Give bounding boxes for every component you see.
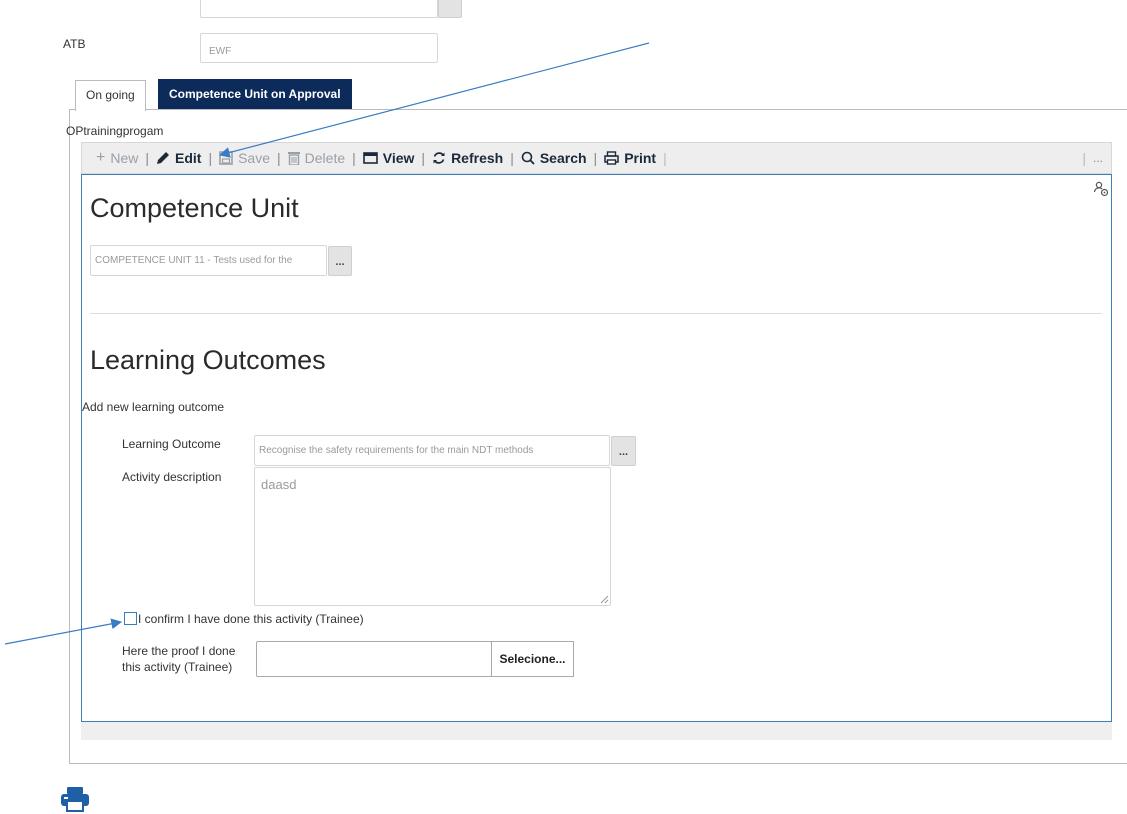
section-divider <box>90 313 1102 314</box>
activity-description-textarea[interactable]: daasd <box>254 467 611 606</box>
refresh-button[interactable]: Refresh <box>428 150 507 166</box>
learning-outcome-value: Recognise the safety requirements for th… <box>259 445 534 456</box>
confirm-label[interactable]: I confirm I have done this activity (Tra… <box>138 612 364 626</box>
more-button[interactable]: ... <box>1089 151 1111 165</box>
user-settings-icon[interactable] <box>1093 181 1109 197</box>
section-label: OPtrainingprogam <box>66 124 164 138</box>
toolbar-separator: | <box>352 150 356 166</box>
competence-unit-value: COMPETENCE UNIT 11 - Tests used for the <box>95 255 293 266</box>
delete-button[interactable]: Delete <box>284 150 349 166</box>
toolbar-separator: | <box>663 150 667 166</box>
top-partial-lookup-button[interactable] <box>438 0 462 18</box>
view-button[interactable]: View <box>359 150 419 166</box>
toolbar-separator: | <box>593 150 598 166</box>
form-panel: Competence Unit COMPETENCE UNIT 11 - Tes… <box>81 174 1112 722</box>
tab-on-going[interactable]: On going <box>75 80 146 111</box>
resize-handle-icon[interactable] <box>600 595 609 604</box>
toolbar-separator: | <box>510 150 514 166</box>
new-button[interactable]: + New <box>92 149 142 167</box>
window-icon <box>362 152 378 164</box>
add-new-learning-outcome-label: Add new learning outcome <box>82 400 225 414</box>
printer-icon[interactable] <box>60 786 90 812</box>
activity-description-value: daasd <box>261 477 297 492</box>
save-button[interactable]: Save <box>215 150 274 166</box>
learning-outcome-lookup-button[interactable]: ... <box>611 436 636 466</box>
toolbar-separator: | <box>1082 150 1086 166</box>
competence-unit-heading: Competence Unit <box>90 193 299 223</box>
print-button[interactable]: Print <box>600 150 660 166</box>
tab-competence-unit-on-approval[interactable]: Competence Unit on Approval <box>158 79 352 109</box>
atb-label: ATB <box>63 37 86 51</box>
learning-outcome-label: Learning Outcome <box>122 437 221 451</box>
competence-unit-field[interactable]: COMPETENCE UNIT 11 - Tests used for the <box>90 245 327 276</box>
panel-footer-bar <box>81 722 1112 740</box>
atb-value: EWF <box>209 46 232 57</box>
toolbar-separator: | <box>277 150 281 166</box>
activity-description-label: Activity description <box>122 470 222 484</box>
search-icon <box>521 151 535 165</box>
toolbar-separator: | <box>208 150 213 166</box>
learning-outcome-field[interactable]: Recognise the safety requirements for th… <box>254 435 610 466</box>
trash-icon <box>287 152 300 165</box>
proof-file-field[interactable] <box>256 641 492 677</box>
edit-button[interactable]: Edit <box>152 150 205 166</box>
confirm-checkbox[interactable] <box>124 612 137 625</box>
select-file-button[interactable]: Selecione... <box>491 641 574 677</box>
competence-unit-lookup-button[interactable]: ... <box>328 246 352 276</box>
toolbar: + New | Edit | Save | Delete | View | Re… <box>81 142 1112 174</box>
atb-field[interactable]: EWF <box>200 33 438 63</box>
proof-label-line1: Here the proof I done <box>122 644 236 658</box>
pencil-icon <box>157 152 169 164</box>
top-partial-input[interactable] <box>200 0 438 18</box>
proof-label-line2: this activity (Trainee) <box>122 660 233 674</box>
printer-icon <box>604 151 619 165</box>
learning-outcomes-heading: Learning Outcomes <box>90 345 326 375</box>
plus-icon: + <box>96 149 106 166</box>
floppy-icon <box>219 151 233 165</box>
refresh-icon <box>433 152 445 164</box>
search-button[interactable]: Search <box>517 150 591 166</box>
toolbar-separator: | <box>421 150 426 166</box>
toolbar-separator: | <box>145 150 149 166</box>
